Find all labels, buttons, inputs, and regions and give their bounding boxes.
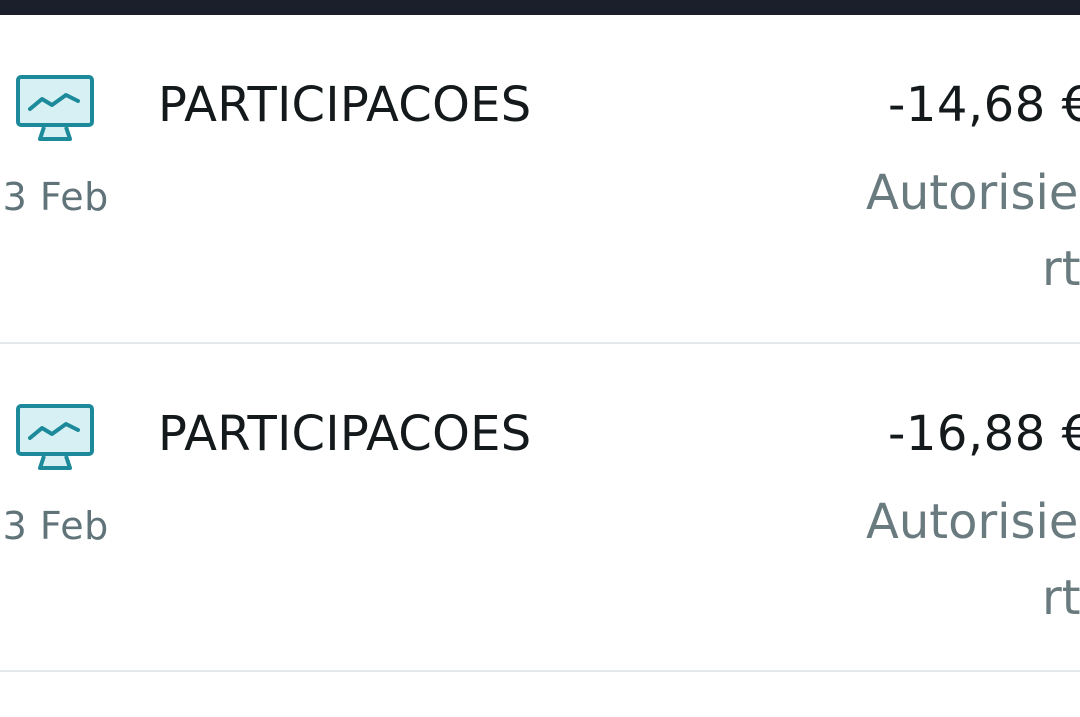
transaction-amount: -14,68 € [888,77,1080,133]
transaction-row[interactable]: 23 Feb PARTICIPACOES -16,88 € Autorisie … [0,344,1080,672]
transaction-date: 23 Feb [0,504,109,548]
status-text-line1: Autorisie [866,165,1079,221]
merchant-name: PARTICIPACOES [158,406,532,462]
transaction-date: 23 Feb [0,175,109,219]
status-text-line1: Autorisie [866,494,1079,550]
transaction-status: Autorisie rt [866,484,1080,636]
status-bar [0,0,1080,15]
monitor-chart-icon [16,404,94,470]
transaction-row[interactable]: 23 Feb PARTICIPACOES -14,68 € Autorisie … [0,15,1080,343]
transaction-amount: -16,88 € [888,406,1080,462]
monitor-chart-icon [16,75,94,141]
merchant-name: PARTICIPACOES [158,77,532,133]
next-transaction-row-partial[interactable] [0,672,1080,717]
transaction-status: Autorisie rt [866,155,1080,307]
status-text-line2: rt [1042,570,1080,626]
status-text-line2: rt [1042,241,1080,297]
